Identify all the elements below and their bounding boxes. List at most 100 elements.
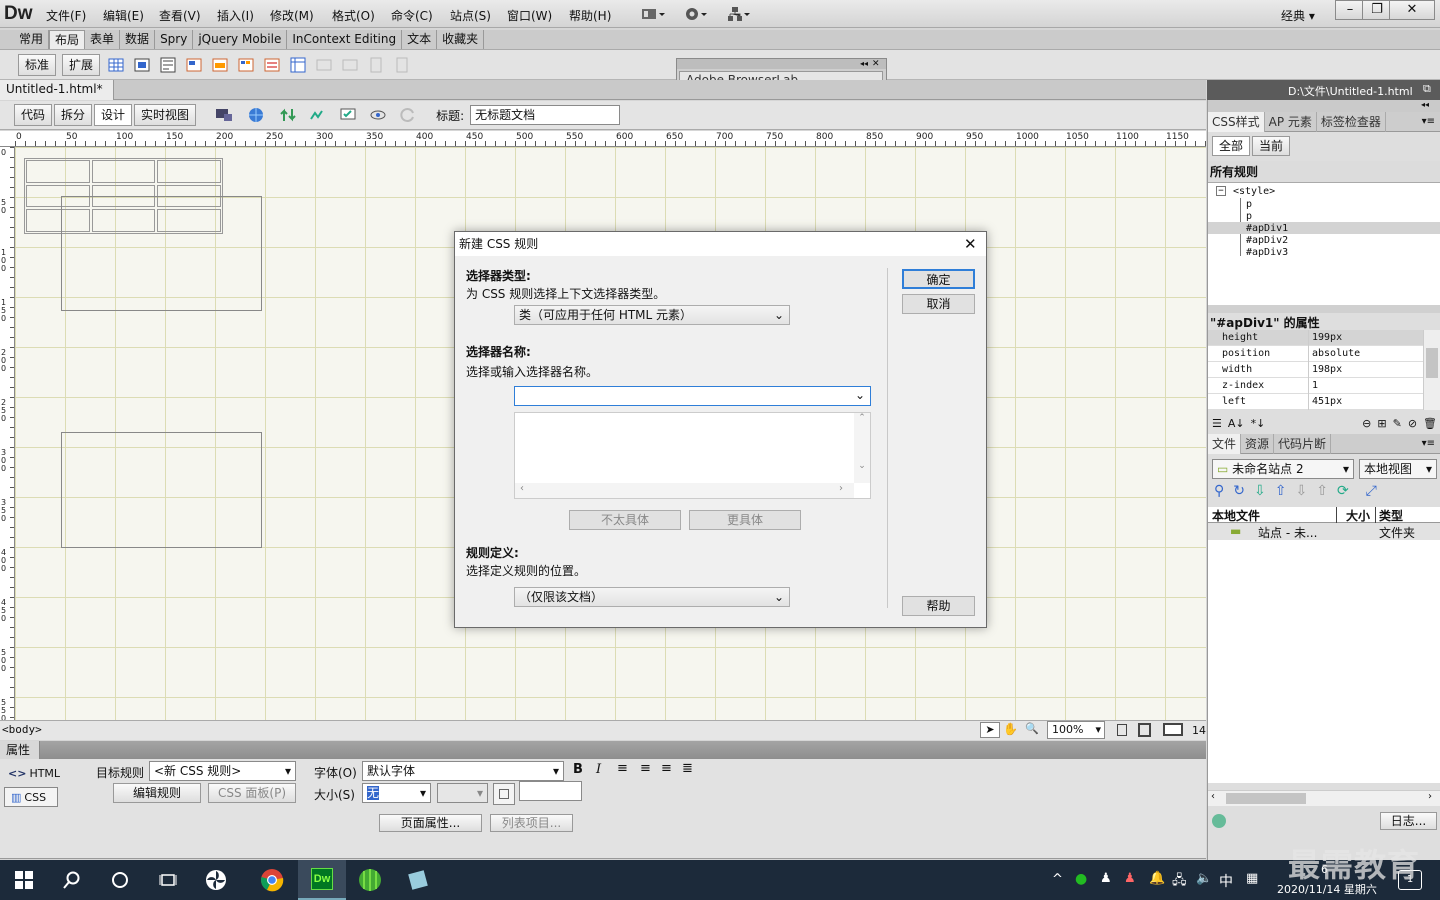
attach-stylesheet-icon[interactable]: ⊖	[1362, 417, 1371, 430]
connect-icon[interactable]: ⚲	[1214, 483, 1224, 499]
hand-tool-icon[interactable]: ✋	[1003, 722, 1021, 738]
panel-menu-icon[interactable]: ▾≡	[1422, 116, 1440, 127]
fluid-grid-icon[interactable]	[184, 55, 204, 75]
menu-site[interactable]: 站点(S)	[450, 7, 491, 24]
menu-insert[interactable]: 插入(I)	[217, 7, 254, 24]
tab-snippets[interactable]: 代码片断	[1274, 433, 1332, 454]
search-icon[interactable]	[48, 860, 96, 900]
browser-compat-icon[interactable]	[338, 105, 358, 125]
collapse-icon[interactable]: ◂◂	[1208, 100, 1440, 112]
tab-files[interactable]: 文件	[1208, 433, 1242, 454]
layout-switch-icon[interactable]	[640, 6, 666, 22]
tab-forms[interactable]: 表单	[85, 30, 121, 49]
title-input[interactable]: 无标题文档	[470, 105, 621, 125]
tab-spry[interactable]: Spry	[155, 30, 194, 49]
delete-icon[interactable]: 🗑	[1423, 417, 1437, 430]
table-view-icon[interactable]	[288, 55, 308, 75]
set-props-icon[interactable]: *↓	[1251, 417, 1266, 430]
windows-start-icon[interactable]	[0, 860, 48, 900]
zoom-select[interactable]: 100% ▾	[1047, 721, 1105, 739]
file-management-icon[interactable]	[278, 105, 298, 125]
table-cell[interactable]	[157, 160, 221, 183]
align-right-icon[interactable]: ≡	[661, 761, 672, 776]
wechat-icon[interactable]: ●	[1075, 871, 1087, 887]
cancel-button[interactable]: 取消	[902, 294, 975, 314]
current-mode-button[interactable]: 当前	[1252, 136, 1291, 156]
align-left-icon[interactable]: ≡	[617, 761, 628, 776]
property-row[interactable]: z-index 1	[1208, 378, 1423, 394]
ap-div-2[interactable]	[61, 432, 262, 548]
property-row[interactable]: width 198px	[1208, 362, 1423, 378]
table-cell[interactable]	[26, 160, 90, 183]
design-view-button[interactable]: 设计	[94, 104, 133, 126]
multiscreen-icon[interactable]	[214, 105, 234, 125]
align-center-icon[interactable]: ≡	[640, 761, 651, 776]
close-icon[interactable]: ✕	[964, 235, 977, 253]
tab-layout[interactable]: 布局	[49, 30, 86, 49]
refresh-icon[interactable]	[398, 105, 418, 125]
code-view-button[interactable]: 代码	[14, 104, 53, 126]
expanded-mode-button[interactable]: 扩展	[62, 53, 101, 76]
qq-icon[interactable]: ♟	[1100, 871, 1112, 886]
menu-file[interactable]: 文件(F)	[46, 7, 86, 24]
category-view-icon[interactable]: ☰	[1212, 417, 1222, 430]
col-type[interactable]: 类型	[1379, 507, 1403, 524]
menu-window[interactable]: 窗口(W)	[507, 7, 552, 24]
tab-incontext[interactable]: InContext Editing	[287, 30, 403, 49]
dreamweaver-taskbar-icon[interactable]: Dw	[298, 860, 346, 900]
rule-apdiv1[interactable]: #apDiv1	[1246, 223, 1288, 234]
ime-grid-icon[interactable]: ▦	[1246, 871, 1258, 886]
edit-rule-button[interactable]: 编辑规则	[113, 783, 201, 803]
tab-css-styles[interactable]: CSS样式	[1208, 111, 1265, 132]
all-mode-button[interactable]: 全部	[1212, 136, 1251, 156]
target-rule-select[interactable]: <新 CSS 规则> ▾	[149, 761, 296, 781]
put-files-icon[interactable]: ⇧	[1275, 483, 1287, 499]
workspace-switcher[interactable]: 经典 ▾	[1281, 7, 1315, 24]
network-icon[interactable]: 🖧	[1172, 871, 1187, 893]
html-mode-button[interactable]: <> HTML	[8, 767, 60, 780]
color-picker[interactable]	[493, 783, 515, 805]
bold-icon[interactable]: B	[573, 762, 583, 777]
gear-icon[interactable]	[684, 6, 710, 22]
col-local-files[interactable]: 本地文件	[1212, 507, 1260, 524]
minimize-button[interactable]: –	[1335, 0, 1365, 20]
ap-div-1[interactable]	[61, 196, 262, 311]
size-select[interactable]: 无 ▾	[362, 783, 431, 803]
sync-icon[interactable]: ⟳	[1337, 483, 1349, 499]
table-cell[interactable]	[91, 160, 156, 183]
insert-div-icon[interactable]	[132, 55, 152, 75]
tablet-size-icon[interactable]	[1138, 723, 1151, 737]
phone-size-icon[interactable]	[1117, 724, 1127, 736]
rule-definition-select[interactable]: （仅限该文档） ⌄	[514, 587, 790, 607]
disable-icon[interactable]: ⊘	[1408, 417, 1417, 430]
rule-style[interactable]: <style>	[1233, 186, 1275, 197]
restore-button[interactable]: ❐	[1362, 0, 1392, 20]
color-input[interactable]	[519, 781, 582, 801]
close-icon[interactable]: ✕	[872, 59, 880, 69]
spry-accordion-icon[interactable]	[262, 55, 282, 75]
notepad-app-icon[interactable]	[394, 860, 442, 900]
tab-common[interactable]: 常用	[14, 30, 50, 49]
show-hidden-icons[interactable]: ^	[1052, 872, 1063, 887]
files-hscrollbar[interactable]: ‹ ›	[1208, 790, 1440, 806]
tab-jquery-mobile[interactable]: jQuery Mobile	[193, 30, 288, 49]
property-row[interactable]: position absolute	[1208, 346, 1423, 362]
volume-icon[interactable]: 🔈	[1196, 871, 1212, 886]
panel-menu-icon[interactable]: ▾≡	[1422, 438, 1440, 449]
properties-scrollbar[interactable]	[1423, 330, 1440, 410]
select-tool-icon[interactable]: ➤	[980, 722, 1000, 738]
menu-view[interactable]: 查看(V)	[159, 7, 201, 24]
property-row[interactable]: left 451px	[1208, 394, 1423, 410]
table-icon[interactable]	[106, 55, 126, 75]
split-view-button[interactable]: 拆分	[54, 104, 93, 126]
live-view-button[interactable]: 实时视图	[134, 104, 197, 126]
pinwheel-app-icon[interactable]	[192, 860, 240, 900]
rule-apdiv3[interactable]: #apDiv3	[1246, 247, 1288, 258]
melon-app-icon[interactable]	[346, 860, 394, 900]
css-mode-button[interactable]: ▥ CSS	[4, 787, 58, 807]
edit-rule-icon[interactable]: ✎	[1393, 417, 1402, 430]
menu-modify[interactable]: 修改(M)	[270, 7, 314, 24]
tab-favorites[interactable]: 收藏夹	[437, 30, 485, 49]
restore-doc-icon[interactable]: ⧉	[1423, 82, 1431, 96]
w3c-validation-icon[interactable]	[308, 105, 328, 125]
